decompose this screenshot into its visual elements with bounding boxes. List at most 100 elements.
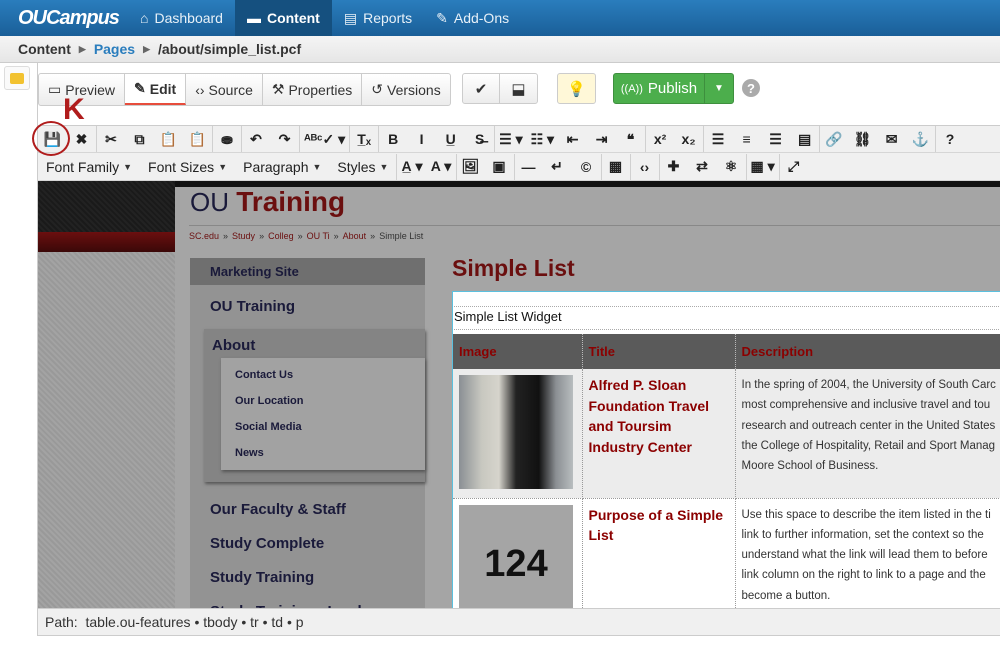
publish-main[interactable]: ((A)) Publish [614,74,705,103]
spellcheck-button[interactable]: ᴬᴮᶜ✓ ▾ [299,126,349,152]
site-crumb[interactable]: About [343,231,367,241]
tab-source[interactable]: ‹› Source [186,74,263,105]
sidenav-item[interactable]: Study Training [190,560,425,594]
template-button[interactable]: ▦ [600,153,630,180]
background-color-button[interactable]: A ▾ [427,154,456,180]
underline-button[interactable]: U̲ [436,126,465,152]
nav-reports[interactable]: ▤ Reports [332,0,424,36]
table-button[interactable]: ▦ ▾ [745,153,779,180]
sidenav-subitem[interactable]: Contact Us [221,362,425,388]
anchor-button[interactable]: ⚓ [906,126,935,152]
element-path[interactable]: table.ou-features • tbody • tr • td • p [85,614,303,630]
redo-button[interactable]: ↷ [270,126,299,152]
site-crumb[interactable]: Study [232,231,255,241]
tab-properties[interactable]: ⚒ Properties [263,74,363,105]
publish-dropdown[interactable]: ▼ [705,83,733,94]
media-button[interactable]: ▣ [485,154,514,180]
gadget-button[interactable]: ⚛ [717,154,746,180]
nav-add-ons[interactable]: ✎ Add-Ons [424,0,521,36]
indent-button[interactable]: ⇥ [587,126,616,152]
image-button[interactable]: 🖼 [455,153,485,180]
cancel-button[interactable]: ✖ [67,126,96,152]
breadcrumb-content[interactable]: Content [18,41,71,57]
font-sizes-dropdown[interactable]: Font Sizes ▼ [140,154,235,180]
cut-button[interactable]: ✂ [96,126,125,152]
image-cell[interactable] [453,369,583,499]
plugin-button[interactable]: ✚ [658,153,688,180]
tab-versions[interactable]: ↺ Versions [362,74,449,105]
site-crumb[interactable]: OU Ti [307,231,330,241]
title-cell[interactable]: Alfred P. Sloan Foundation Travel and To… [582,369,736,499]
file-navigation-button[interactable] [4,66,30,90]
folder-icon: ▬ [246,10,261,26]
oucampus-logo[interactable]: OUCampus [18,7,128,30]
help-icon[interactable]: ? [742,79,760,97]
nav-content[interactable]: ▬ Content [234,0,332,36]
undo-button[interactable]: ↶ [241,126,270,152]
description-cell[interactable]: In the spring of 2004, the University of… [735,369,1000,499]
lightbulb-icon[interactable]: 💡 [558,74,595,103]
sidenav-item[interactable]: OU Training [190,289,425,323]
find-button[interactable]: ⛂ [212,126,241,152]
bullet-list-button[interactable]: ☰ ▾ [494,126,526,152]
sidenav-item[interactable]: Our Faculty & Staff [190,492,425,526]
simple-list-widget[interactable]: Simple List Widget Image Title Descripti… [452,291,1000,608]
sidenav-subitem[interactable]: News [221,440,425,466]
sidenav-head[interactable]: Marketing Site [190,258,425,285]
site-crumb[interactable]: Colleɡ [268,231,294,241]
superscript-button[interactable]: x² [645,126,674,152]
font-family-dropdown[interactable]: Font Family ▼ [38,154,140,180]
paragraph-dropdown[interactable]: Paragraph ▼ [235,154,329,180]
align-right-button[interactable]: ☰ [761,126,790,152]
outdent-button[interactable]: ⇤ [558,126,587,152]
nav-dashboard[interactable]: ⌂ Dashboard [128,0,235,36]
paste-button[interactable]: 📋 [154,126,183,152]
sidenav-subitem[interactable]: Social Media [221,414,425,440]
clear-formatting-button[interactable]: T̲ₓ [349,126,378,152]
folder-icon [10,72,24,84]
gadget-icon: ⚛ [724,158,738,174]
editor-content[interactable]: OU Training SC.edu» Study» Colleɡ» OU Ti… [38,181,1000,608]
blockquote-button[interactable]: ❝ [616,126,645,152]
numbered-list-button[interactable]: ☷ ▾ [527,126,558,152]
italic-button[interactable]: I [407,126,436,152]
code-button[interactable]: ‹› [629,153,659,180]
crumb-sep: » [297,230,303,241]
copy-button[interactable]: ⧉ [125,126,154,152]
widget-caption: Simple List Widget [454,306,1000,330]
save-version-button[interactable]: ⬓ [500,74,537,103]
help-button[interactable]: ? [935,126,964,152]
check-button[interactable]: ✔ [463,74,500,103]
sidenav-subitem[interactable]: Our Location [221,388,425,414]
horizontal-rule-button[interactable]: — [513,153,543,180]
site-crumb[interactable]: SC.edu [189,231,219,241]
styles-dropdown[interactable]: Styles ▼ [329,154,396,180]
breadcrumb-pages[interactable]: Pages [94,41,135,57]
image-cell[interactable]: 124 [453,498,583,608]
desc-line: most comprehensive and inclusive travel … [741,399,991,412]
tab-edit[interactable]: ✎ Edit [125,74,187,105]
text-color-button[interactable]: A̲ ▾ [396,153,426,180]
justify-button[interactable]: ▤ [790,126,819,152]
link-button[interactable]: 🔗 [819,126,848,152]
sidenav-item[interactable]: About [204,329,425,358]
sidenav-item[interactable]: Study Training - Ivanka [190,594,425,609]
find-icon: ⛂ [221,130,233,147]
email-button[interactable]: ✉ [877,126,906,152]
copyright-button[interactable]: © [572,154,601,180]
unlink-button[interactable]: ⛓ [848,126,877,152]
desc-line: understand what the link will lead them … [741,549,988,562]
title-cell[interactable]: Purpose of a Simple List [582,498,736,608]
sidenav-item[interactable]: Study Complete [190,526,425,560]
paste-text-button[interactable]: 📋 [183,126,212,152]
table-row: Alfred P. Sloan Foundation Travel and To… [453,369,1000,499]
align-left-button[interactable]: ☰ [703,126,732,152]
align-center-button[interactable]: ≡ [732,126,761,152]
bold-button[interactable]: B [378,126,407,152]
subscript-button[interactable]: x₂ [674,126,703,152]
fullscreen-button[interactable]: ⤢ [778,153,808,180]
description-cell[interactable]: Use this space to describe the item list… [735,498,1000,608]
strikethrough-button[interactable]: S̶ [465,126,494,152]
line-break-button[interactable]: ↵ [543,154,572,180]
replace-button[interactable]: ⇄ [688,154,717,180]
